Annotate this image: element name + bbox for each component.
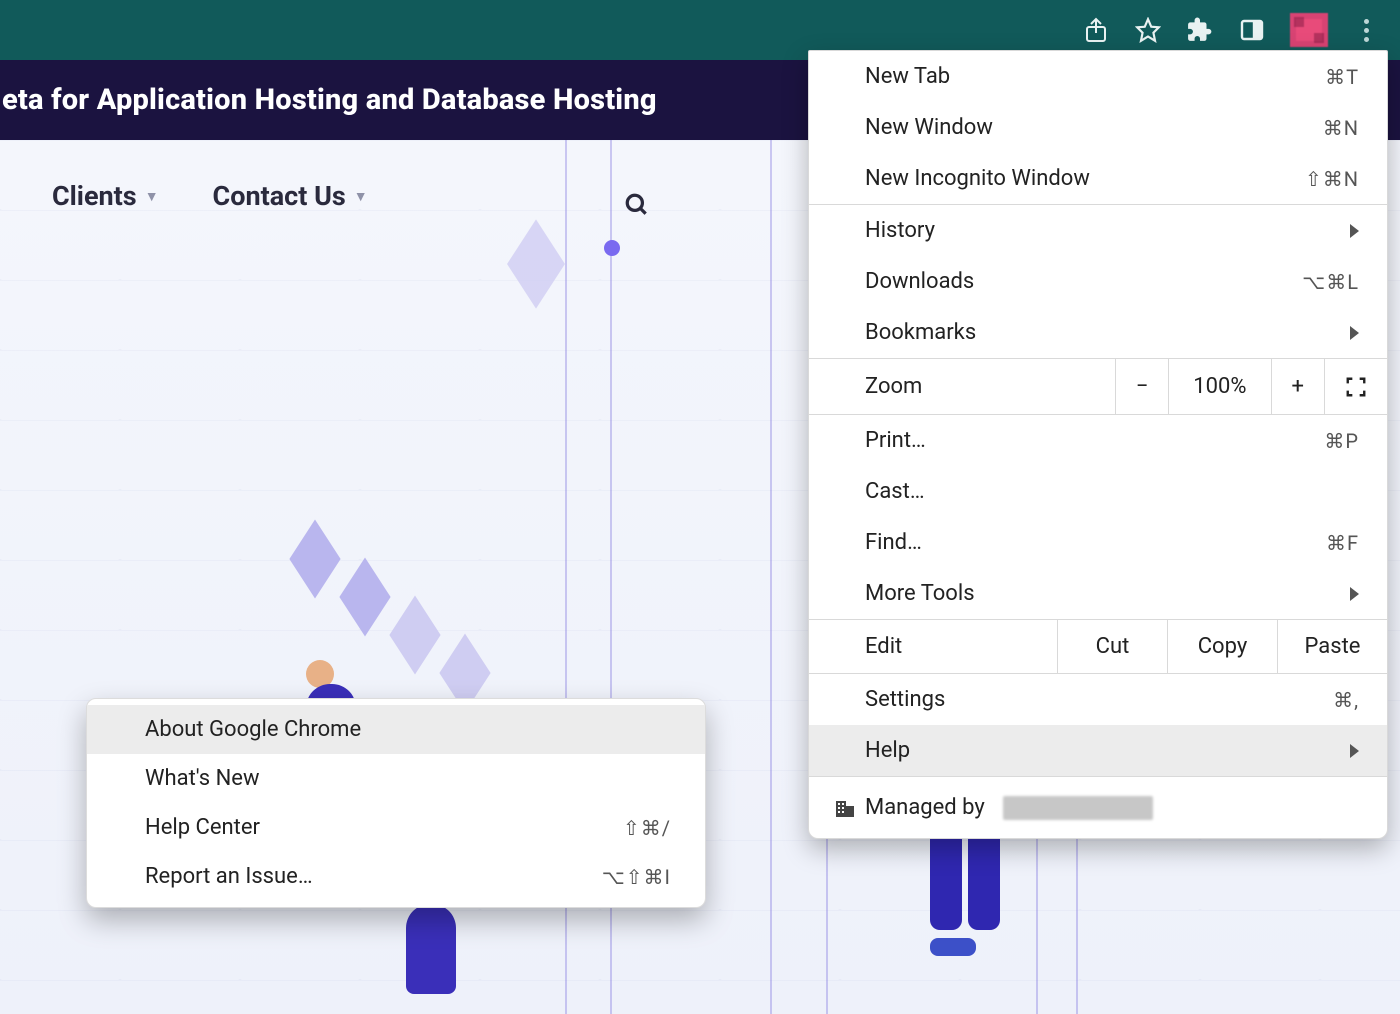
menu-downloads[interactable]: Downloads ⌥⌘L [809, 256, 1387, 307]
menu-label: More Tools [865, 581, 975, 606]
submenu-arrow-icon [1350, 326, 1359, 340]
zoom-out-button[interactable]: − [1115, 359, 1169, 414]
managed-by-org-redacted [1003, 796, 1153, 820]
chevron-down-icon: ▼ [354, 188, 368, 205]
menu-label: History [865, 218, 935, 243]
menu-shortcut: ⌘T [1325, 65, 1359, 89]
search-icon[interactable] [624, 192, 650, 218]
menu-shortcut: ⇧⌘N [1305, 167, 1359, 191]
menu-zoom: Zoom − 100% + [809, 358, 1387, 415]
menu-label: Downloads [865, 269, 974, 294]
managed-by-label: Managed by [865, 795, 985, 820]
share-icon[interactable] [1082, 16, 1110, 44]
submenu-whats-new[interactable]: What's New [87, 754, 705, 803]
menu-label: New Incognito Window [865, 166, 1090, 191]
menu-more-tools[interactable]: More Tools [809, 568, 1387, 619]
edit-cut-button[interactable]: Cut [1057, 620, 1167, 673]
menu-settings[interactable]: Settings ⌘, [809, 674, 1387, 725]
submenu-about-chrome[interactable]: About Google Chrome [87, 705, 705, 754]
menu-help[interactable]: Help [809, 725, 1387, 776]
sidepanel-icon[interactable] [1238, 16, 1266, 44]
more-menu-icon[interactable] [1352, 16, 1380, 44]
menu-managed-by[interactable]: Managed by [809, 777, 1387, 838]
menu-label: Print… [865, 428, 926, 453]
fullscreen-button[interactable] [1324, 359, 1387, 414]
extensions-icon[interactable] [1186, 16, 1214, 44]
menu-shortcut: ⌥⌘L [1302, 270, 1359, 294]
menu-new-incognito[interactable]: New Incognito Window ⇧⌘N [809, 153, 1387, 204]
help-submenu: About Google Chrome What's New Help Cent… [86, 698, 706, 908]
menu-find[interactable]: Find… ⌘F [809, 517, 1387, 568]
menu-shortcut: ⌘N [1323, 116, 1359, 140]
submenu-help-center[interactable]: Help Center ⇧⌘/ [87, 803, 705, 852]
submenu-shortcut: ⇧⌘/ [623, 816, 671, 840]
menu-shortcut: ⌘F [1326, 531, 1359, 555]
menu-shortcut: ⌘, [1333, 688, 1359, 712]
profile-avatar[interactable] [1290, 13, 1328, 47]
menu-history[interactable]: History [809, 205, 1387, 256]
menu-label: Find… [865, 530, 922, 555]
nav-contact[interactable]: Contact Us ▼ [213, 180, 368, 212]
submenu-arrow-icon [1350, 587, 1359, 601]
menu-edit-label: Edit [809, 620, 1057, 673]
banner-text: eta for Application Hosting and Database… [2, 83, 657, 117]
nav-contact-label: Contact Us [213, 180, 346, 212]
decorative-dot [604, 240, 620, 256]
submenu-arrow-icon [1350, 744, 1359, 758]
zoom-value: 100% [1168, 359, 1270, 414]
menu-bookmarks[interactable]: Bookmarks [809, 307, 1387, 358]
submenu-label: Report an Issue… [145, 864, 313, 889]
menu-new-window[interactable]: New Window ⌘N [809, 102, 1387, 153]
submenu-report-issue[interactable]: Report an Issue… ⌥⇧⌘I [87, 852, 705, 901]
submenu-shortcut: ⌥⇧⌘I [602, 865, 671, 889]
submenu-label: About Google Chrome [145, 717, 361, 742]
menu-cast[interactable]: Cast… [809, 466, 1387, 517]
organization-icon [833, 797, 857, 821]
menu-label: Bookmarks [865, 320, 976, 345]
submenu-arrow-icon [1350, 224, 1359, 238]
edit-copy-button[interactable]: Copy [1167, 620, 1277, 673]
nav-clients[interactable]: Clients ▼ [52, 180, 159, 212]
menu-label: New Tab [865, 64, 950, 89]
chrome-main-menu: New Tab ⌘T New Window ⌘N New Incognito W… [808, 50, 1388, 839]
menu-print[interactable]: Print… ⌘P [809, 415, 1387, 466]
submenu-label: What's New [145, 766, 260, 791]
menu-new-tab[interactable]: New Tab ⌘T [809, 51, 1387, 102]
menu-label: Cast… [865, 479, 925, 504]
menu-edit: Edit Cut Copy Paste [809, 619, 1387, 674]
menu-shortcut: ⌘P [1324, 429, 1359, 453]
edit-paste-button[interactable]: Paste [1277, 620, 1387, 673]
menu-label: New Window [865, 115, 993, 140]
menu-zoom-label: Zoom [809, 359, 1115, 414]
menu-label: Help [865, 738, 910, 763]
bookmark-star-icon[interactable] [1134, 16, 1162, 44]
nav-clients-label: Clients [52, 180, 137, 212]
menu-label: Settings [865, 687, 945, 712]
submenu-label: Help Center [145, 815, 260, 840]
zoom-in-button[interactable]: + [1271, 359, 1324, 414]
chevron-down-icon: ▼ [145, 188, 159, 205]
